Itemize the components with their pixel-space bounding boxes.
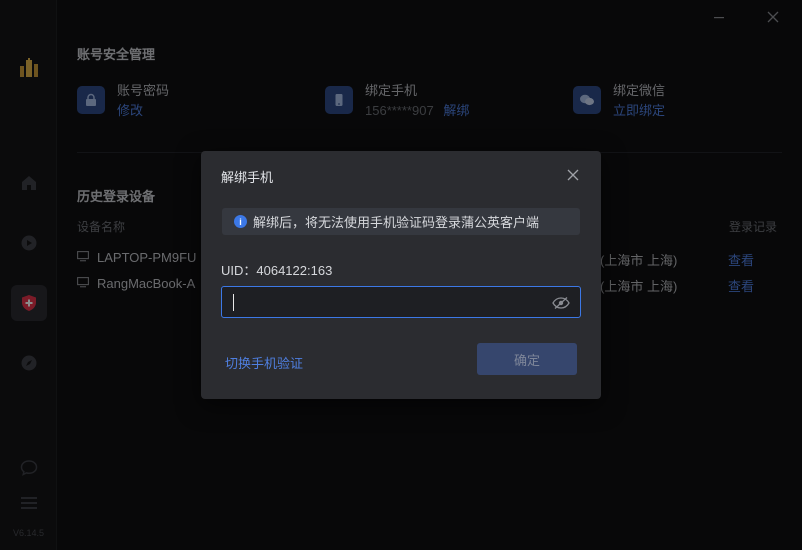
notice-banner: i 解绑后，将无法使用手机验证码登录蒲公英客户端 [222, 208, 580, 235]
close-icon[interactable] [563, 165, 583, 185]
switch-phone-verify-link[interactable]: 切换手机验证 [225, 353, 303, 372]
eye-hidden-icon[interactable] [552, 294, 570, 312]
unbind-phone-dialog: 解绑手机 i 解绑后，将无法使用手机验证码登录蒲公英客户端 UID：406412… [201, 151, 601, 399]
notice-text: 解绑后，将无法使用手机验证码登录蒲公英客户端 [253, 215, 540, 230]
password-field[interactable] [221, 286, 581, 318]
password-input[interactable] [222, 287, 542, 317]
confirm-button[interactable]: 确定 [477, 343, 577, 375]
dialog-title: 解绑手机 [221, 170, 274, 185]
uid-label: UID：4064122:163 [221, 263, 333, 278]
text-caret [233, 294, 234, 311]
info-icon: i [234, 215, 247, 228]
